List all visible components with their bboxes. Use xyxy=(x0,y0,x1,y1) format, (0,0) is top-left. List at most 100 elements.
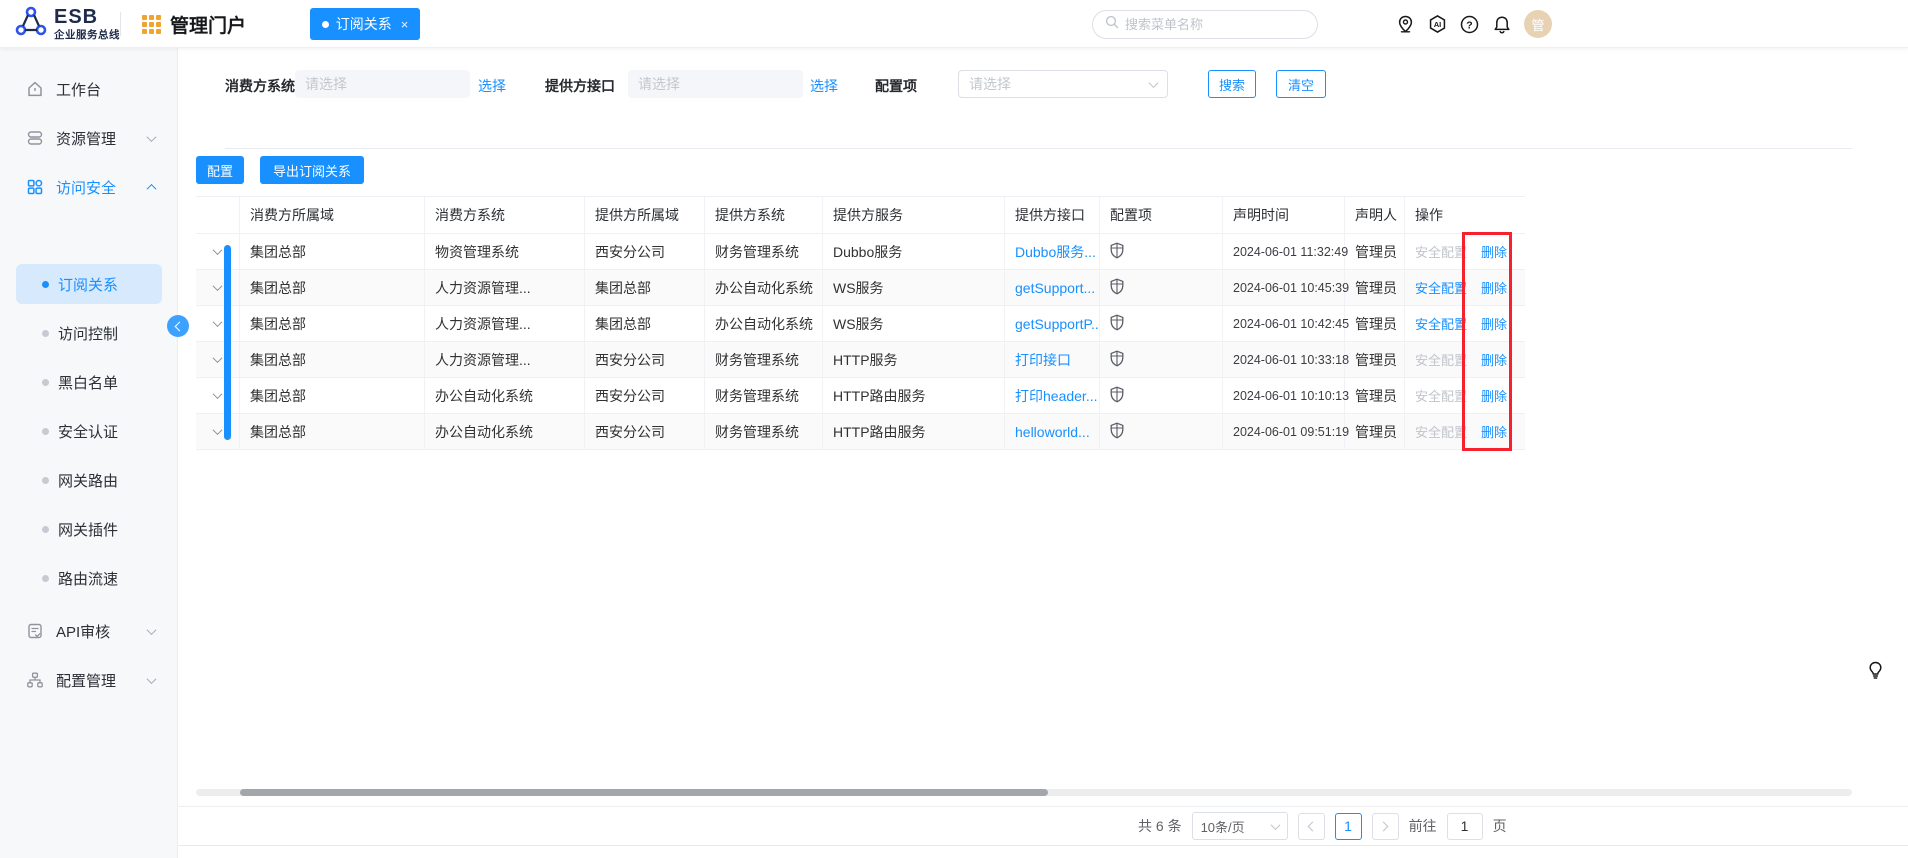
shield-icon[interactable] xyxy=(1110,278,1124,298)
security-config-link[interactable]: 安全配置 xyxy=(1415,350,1467,369)
provider-interface-link[interactable]: getSupport... xyxy=(1005,270,1100,305)
chevron-down-icon xyxy=(212,353,223,364)
row-expand-toggle[interactable] xyxy=(196,342,240,377)
horizontal-scrollbar-track[interactable] xyxy=(196,789,1852,796)
declare-time-cell: 2024-06-01 09:51:19 xyxy=(1223,414,1349,449)
tab-label: 订阅关系 xyxy=(335,16,392,32)
tab-close-icon[interactable]: × xyxy=(401,17,409,32)
bullet-dot-icon xyxy=(42,329,49,337)
lightbulb-widget-icon[interactable] xyxy=(1864,658,1886,682)
notification-bell-icon[interactable] xyxy=(1492,15,1511,34)
config-item-cell[interactable] xyxy=(1100,414,1223,449)
search-button[interactable]: 搜索 xyxy=(1208,70,1256,98)
delete-link[interactable]: 删除 xyxy=(1481,242,1507,261)
tab-subscription-relation[interactable]: 订阅关系 × xyxy=(310,8,420,40)
provider-interface-link[interactable]: 打印接口 xyxy=(1005,342,1100,377)
consumer-domain-cell: 集团总部 xyxy=(240,234,425,269)
ai-assistant-icon[interactable]: AI xyxy=(1428,15,1447,34)
chevron-up-icon xyxy=(146,183,157,194)
actions-cell: 安全配置 删除 xyxy=(1405,306,1525,341)
content-bottom-border xyxy=(178,845,1908,846)
security-config-link[interactable]: 安全配置 xyxy=(1415,422,1467,441)
prev-page-button[interactable] xyxy=(1297,812,1325,840)
export-subscription-button[interactable]: 导出订阅关系 xyxy=(260,156,364,184)
sidebar-subitem-security-auth[interactable]: 安全认证 xyxy=(0,411,178,451)
portal-grid-icon xyxy=(142,14,161,34)
row-expand-toggle[interactable] xyxy=(196,378,240,413)
sidebar-item-config-mgmt[interactable]: 配置管理 xyxy=(0,660,178,700)
delete-link[interactable]: 删除 xyxy=(1481,314,1507,333)
user-avatar[interactable]: 管 xyxy=(1524,10,1552,38)
row-expand-toggle[interactable] xyxy=(196,270,240,305)
consumer-system-cell: 人力资源管理... xyxy=(425,342,585,377)
sidebar-subitem-route-flow[interactable]: 路由流速 xyxy=(0,558,178,598)
goto-page-input[interactable] xyxy=(1446,812,1483,840)
shield-icon[interactable] xyxy=(1110,422,1124,442)
horizontal-scrollbar-thumb[interactable] xyxy=(240,789,1048,796)
declare-time-cell: 2024-06-01 10:10:13 xyxy=(1223,378,1349,413)
location-pin-icon[interactable] xyxy=(1396,15,1415,34)
shield-icon[interactable] xyxy=(1110,350,1124,370)
delete-link[interactable]: 删除 xyxy=(1481,278,1507,297)
sidebar-subitem-label: 黑白名单 xyxy=(58,374,119,392)
security-config-link[interactable]: 安全配置 xyxy=(1415,242,1467,261)
delete-link[interactable]: 删除 xyxy=(1481,386,1507,405)
delete-link[interactable]: 删除 xyxy=(1481,422,1507,441)
provider-service-cell: WS服务 xyxy=(823,306,1005,341)
sidebar-subitem-gateway-plugin[interactable]: 网关插件 xyxy=(0,509,178,549)
sidebar-item-resource-mgmt[interactable]: 资源管理 xyxy=(0,118,178,158)
shield-icon[interactable] xyxy=(1110,314,1124,334)
security-config-link[interactable]: 安全配置 xyxy=(1415,386,1467,405)
help-icon[interactable]: ? xyxy=(1460,15,1479,34)
security-config-link[interactable]: 安全配置 xyxy=(1415,314,1467,333)
row-expand-toggle[interactable] xyxy=(196,306,240,341)
sidebar-item-access-security[interactable]: 访问安全 xyxy=(0,167,178,207)
next-page-button[interactable] xyxy=(1371,812,1399,840)
security-config-link[interactable]: 安全配置 xyxy=(1415,278,1467,297)
provider-interface-link[interactable]: getSupportP... xyxy=(1005,306,1100,341)
config-item-cell[interactable] xyxy=(1100,342,1223,377)
consumer-system-cell: 物资管理系统 xyxy=(425,234,585,269)
sidebar-subitem-label: 网关插件 xyxy=(58,521,119,539)
clear-button[interactable]: 清空 xyxy=(1276,70,1326,98)
actions-cell: 安全配置 删除 xyxy=(1405,234,1525,269)
menu-search-box[interactable] xyxy=(1092,10,1318,39)
sidebar-subitem-subscription[interactable]: 订阅关系 xyxy=(0,264,178,304)
consumer-system-filter-input[interactable] xyxy=(295,70,470,98)
col-provider-system: 提供方系统 xyxy=(705,197,823,233)
menu-search-input[interactable] xyxy=(1125,17,1285,32)
config-button[interactable]: 配置 xyxy=(196,156,244,184)
current-page-button[interactable]: 1 xyxy=(1334,812,1362,840)
provider-interface-link[interactable]: Dubbo服务... xyxy=(1005,234,1100,269)
sidebar-item-workbench[interactable]: 工作台 xyxy=(0,69,178,109)
provider-interface-select-link[interactable]: 选择 xyxy=(810,76,838,96)
sidebar-subitem-gateway-route[interactable]: 网关路由 xyxy=(0,460,178,500)
row-expand-toggle[interactable] xyxy=(196,234,240,269)
provider-system-cell: 财务管理系统 xyxy=(705,234,823,269)
config-item-cell[interactable] xyxy=(1100,378,1223,413)
sidebar-subitem-access-control[interactable]: 访问控制 xyxy=(0,313,178,353)
sidebar-collapse-button[interactable] xyxy=(167,315,189,337)
consumer-system-select-link[interactable]: 选择 xyxy=(478,76,506,96)
sidebar-subitem-blackwhite-list[interactable]: 黑白名单 xyxy=(0,362,178,402)
row-expand-toggle[interactable] xyxy=(196,414,240,449)
shield-icon[interactable] xyxy=(1110,386,1124,406)
provider-interface-filter-input[interactable] xyxy=(628,70,803,98)
bullet-dot-icon xyxy=(42,574,49,582)
provider-interface-link[interactable]: helloworld... xyxy=(1005,414,1100,449)
provider-system-cell: 办公自动化系统 xyxy=(705,306,823,341)
page-size-select[interactable]: 10条/页 xyxy=(1191,812,1288,840)
config-item-cell[interactable] xyxy=(1100,306,1223,341)
delete-link[interactable]: 删除 xyxy=(1481,350,1507,369)
table-side-scrollbar[interactable] xyxy=(224,245,231,440)
config-item-cell[interactable] xyxy=(1100,270,1223,305)
provider-interface-link[interactable]: 打印header... xyxy=(1005,378,1100,413)
grid-icon xyxy=(26,178,44,196)
config-item-cell[interactable] xyxy=(1100,234,1223,269)
sidebar-item-api-review[interactable]: API审核 xyxy=(0,611,178,651)
provider-service-cell: HTTP路由服务 xyxy=(823,378,1005,413)
declarant-cell: 管理员 xyxy=(1345,270,1405,305)
shield-icon[interactable] xyxy=(1110,242,1124,262)
config-item-filter-select[interactable]: 请选择 xyxy=(958,70,1168,98)
chevron-down-icon xyxy=(146,624,157,635)
